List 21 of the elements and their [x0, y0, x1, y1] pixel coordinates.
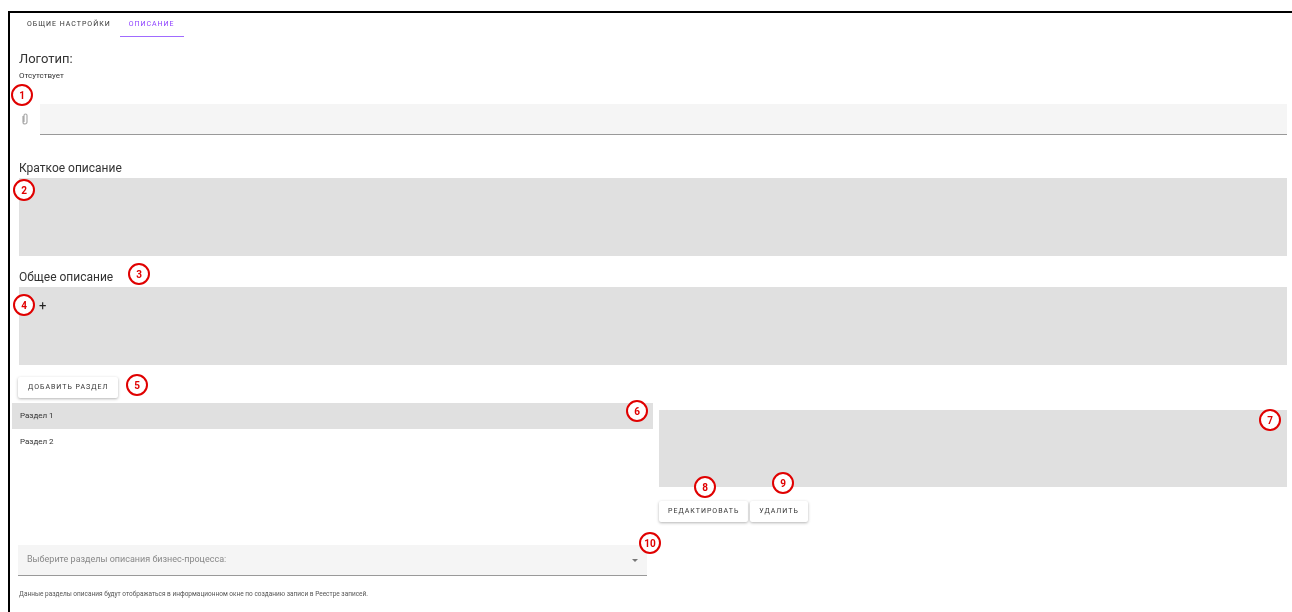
logo-status: Отсутствует — [19, 70, 64, 82]
callout-marker: 8 — [694, 476, 716, 498]
dropdown-caret-icon[interactable] — [632, 558, 638, 562]
general-description-field[interactable] — [19, 287, 1287, 365]
callout-marker: 7 — [1259, 409, 1281, 431]
callout-marker: 10 — [639, 532, 661, 554]
callout-marker: 9 — [772, 472, 794, 494]
callout-marker: 3 — [128, 263, 150, 285]
short-description-label: Краткое описание — [19, 160, 122, 177]
callout-marker: 2 — [13, 179, 35, 201]
short-description-field[interactable] — [19, 178, 1287, 256]
callout-marker: 6 — [626, 400, 648, 422]
general-description-label: Общее описание — [19, 269, 114, 286]
paperclip-icon[interactable] — [21, 113, 29, 126]
add-symbol[interactable]: + — [39, 296, 47, 316]
file-input-field[interactable] — [40, 104, 1287, 135]
callout-marker: 4 — [13, 294, 35, 316]
select-placeholder: Выберите разделы описания бизнес-процесса: — [27, 553, 228, 567]
callout-marker: 1 — [11, 84, 33, 106]
logo-label: Логотип: — [19, 50, 73, 68]
callout-marker: 5 — [126, 374, 148, 396]
